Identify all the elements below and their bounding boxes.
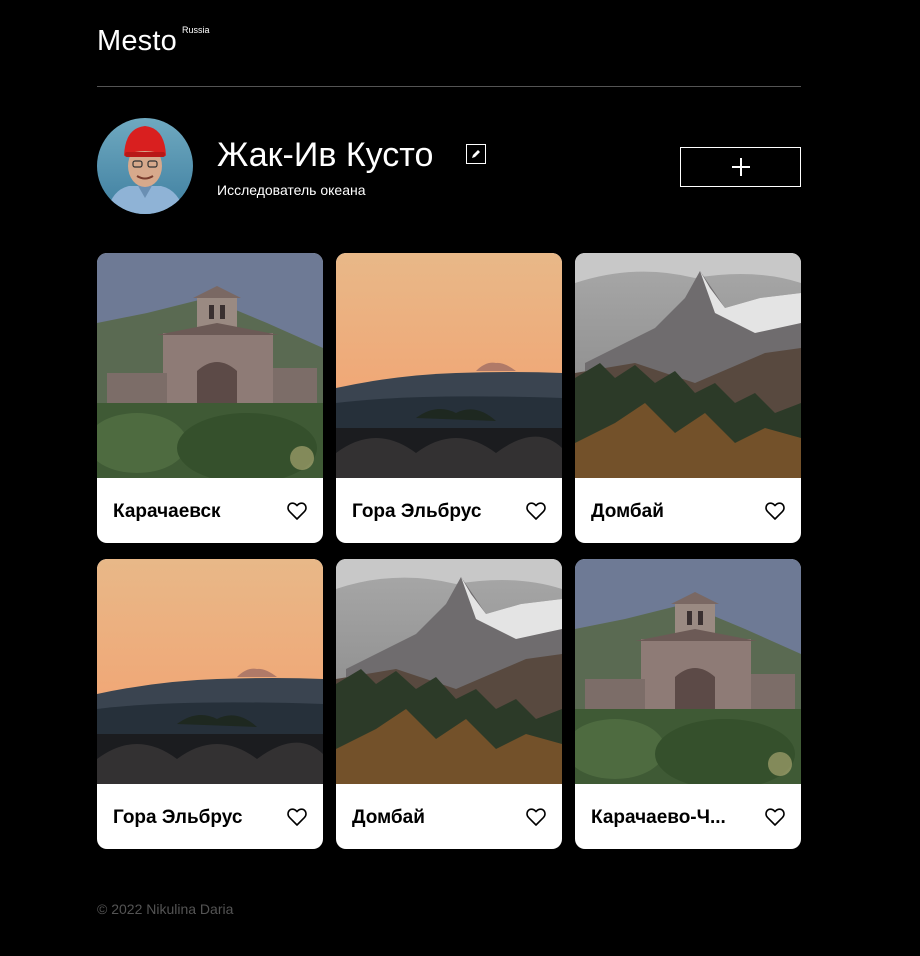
card-title: Домбай	[591, 502, 664, 522]
like-button[interactable]	[287, 502, 307, 520]
card-footer: Карачаевск	[97, 478, 323, 543]
heart-icon	[765, 808, 785, 826]
card-title: Гора Эльбрус	[352, 502, 482, 522]
plus-icon	[731, 158, 750, 176]
card: Карачаевск	[97, 253, 323, 543]
like-button[interactable]	[526, 808, 546, 826]
card: Домбай	[336, 559, 562, 849]
logo: Mesto	[97, 25, 177, 57]
avatar-image	[97, 118, 193, 214]
avatar[interactable]	[97, 118, 193, 214]
profile: Жак-Ив Кусто Исследователь океана	[97, 118, 801, 215]
logo-region: Russia	[182, 25, 210, 35]
card-footer: Домбай	[336, 784, 562, 849]
heart-icon	[526, 808, 546, 826]
footer: © 2022 Nikulina Daria	[97, 901, 233, 918]
card-title: Домбай	[352, 808, 425, 828]
edit-icon	[472, 150, 480, 158]
card-image[interactable]	[97, 559, 323, 784]
heart-icon	[287, 502, 307, 520]
profile-name: Жак-Ив Кусто	[217, 136, 434, 174]
card-photo	[575, 253, 801, 478]
edit-profile-button[interactable]	[466, 144, 486, 164]
heart-icon	[526, 502, 546, 520]
card-footer: Домбай	[575, 478, 801, 543]
card-title: Гора Эльбрус	[113, 808, 243, 828]
card-image[interactable]	[575, 253, 801, 478]
card-image[interactable]	[336, 559, 562, 784]
copyright: © 2022 Nikulina Daria	[97, 901, 234, 917]
add-card-button[interactable]	[680, 147, 801, 187]
card-footer: Гора Эльбрус	[97, 784, 323, 849]
card-image[interactable]	[97, 253, 323, 478]
profile-about: Исследователь океана	[217, 182, 366, 198]
cards-grid: Карачаевск Гора Эльбрус Домбай Гора Эльбрус…	[97, 253, 802, 849]
like-button[interactable]	[765, 502, 785, 520]
like-button[interactable]	[287, 808, 307, 826]
card-photo	[97, 559, 323, 784]
heart-icon	[765, 502, 785, 520]
like-button[interactable]	[526, 502, 546, 520]
card-image[interactable]	[575, 559, 801, 784]
card: Гора Эльбрус	[97, 559, 323, 849]
card-title: Карачаево-Ч...	[591, 808, 726, 828]
card: Карачаево-Ч...	[575, 559, 801, 849]
card-photo	[575, 559, 801, 784]
card-title: Карачаевск	[113, 502, 221, 522]
card-photo	[336, 559, 562, 784]
card-photo	[336, 253, 562, 478]
card-photo	[97, 253, 323, 478]
card-footer: Гора Эльбрус	[336, 478, 562, 543]
card-footer: Карачаево-Ч...	[575, 784, 801, 849]
card: Гора Эльбрус	[336, 253, 562, 543]
card: Домбай	[575, 253, 801, 543]
like-button[interactable]	[765, 808, 785, 826]
header: Mesto Russia	[97, 0, 801, 87]
card-image[interactable]	[336, 253, 562, 478]
heart-icon	[287, 808, 307, 826]
